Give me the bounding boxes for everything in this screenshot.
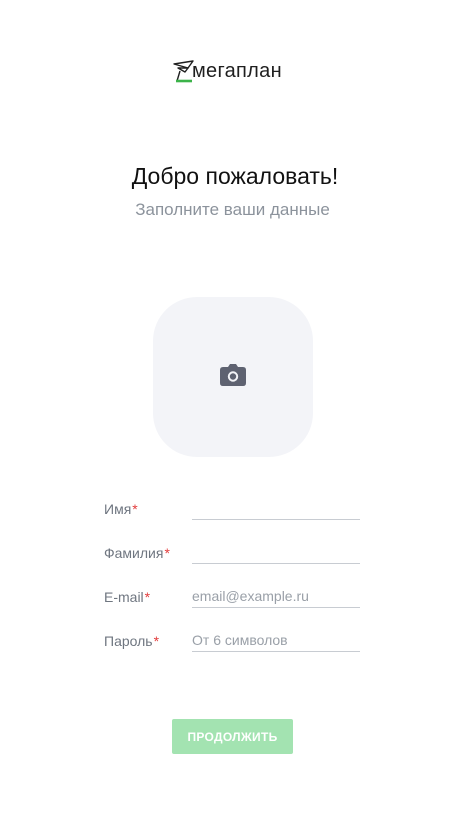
required-mark: *	[153, 633, 160, 649]
last-name-field[interactable]	[192, 540, 360, 564]
last-name-label: Фамилия*	[104, 545, 170, 561]
logo: мегаплан	[172, 56, 297, 84]
first-name-row: Имя*	[104, 496, 360, 530]
first-name-label: Имя*	[104, 501, 138, 517]
camera-icon	[219, 363, 247, 392]
continue-button[interactable]: ПРОДОЛЖИТЬ	[172, 719, 293, 754]
last-name-row: Фамилия*	[104, 540, 360, 574]
required-mark: *	[164, 545, 170, 561]
required-mark: *	[144, 589, 151, 605]
password-field[interactable]	[192, 628, 360, 652]
email-row: E-mail*	[104, 584, 360, 618]
logo-text: мегаплан	[192, 60, 282, 82]
password-row: Пароль*	[104, 628, 360, 662]
photo-upload-button[interactable]	[153, 297, 313, 457]
required-mark: *	[132, 501, 138, 517]
email-label: E-mail*	[104, 589, 151, 605]
welcome-title: Добро пожаловать!	[131, 163, 339, 189]
password-label: Пароль*	[104, 633, 160, 649]
first-name-field[interactable]	[192, 496, 360, 520]
welcome-subtitle: Заполните ваши данные	[135, 200, 330, 219]
email-field[interactable]	[192, 584, 360, 608]
